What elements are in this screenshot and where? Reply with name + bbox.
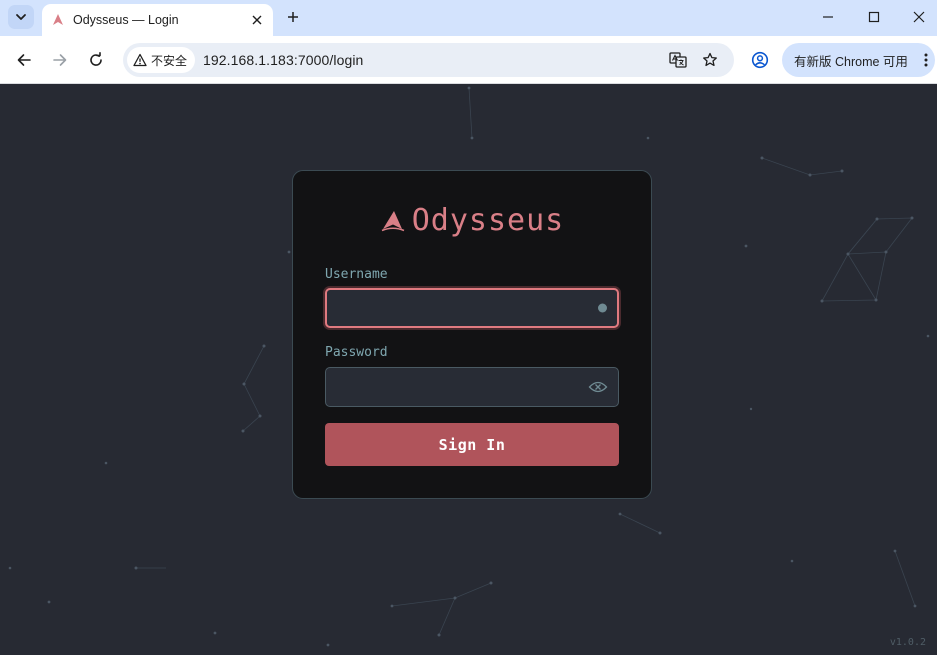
version-label: v1.0.2: [889, 637, 926, 648]
warning-icon: [133, 53, 147, 67]
minimize-button[interactable]: [805, 0, 851, 34]
reload-icon: [90, 52, 102, 66]
maximize-button[interactable]: [851, 0, 897, 34]
plus-icon: [288, 12, 298, 22]
translate-button[interactable]: [666, 48, 690, 72]
password-input[interactable]: [326, 368, 618, 406]
browser-toolbar: 不安全 192.168.1.183:7000/login 有新版 Chrome …: [0, 36, 937, 84]
brand-name: Odysseus: [411, 203, 565, 238]
chrome-update-button[interactable]: 有新版 Chrome 可用: [782, 43, 935, 77]
sail-logo-icon: [381, 210, 405, 231]
maximize-icon: [868, 11, 880, 23]
forward-button[interactable]: [46, 46, 74, 74]
login-card: Odysseus Username Password Sign In: [292, 170, 652, 499]
username-input[interactable]: [327, 290, 617, 326]
profile-icon: [751, 51, 769, 69]
username-field-wrapper: [325, 288, 619, 328]
password-field-wrapper: [325, 367, 619, 407]
close-icon: [913, 11, 925, 23]
window-close-button[interactable]: [896, 0, 937, 34]
browser-tab-active[interactable]: Odysseus — Login: [42, 4, 273, 36]
sign-in-button[interactable]: Sign In: [325, 423, 619, 466]
url-text[interactable]: 192.168.1.183:7000/login: [203, 52, 363, 68]
address-bar[interactable]: 不安全 192.168.1.183:7000/login: [123, 43, 734, 77]
star-icon: [703, 52, 717, 67]
browser-tab-strip: Odysseus — Login: [0, 0, 937, 36]
username-label: Username: [325, 267, 388, 282]
tab-title: Odysseus — Login: [73, 13, 179, 27]
new-tab-button[interactable]: [281, 5, 305, 29]
back-button[interactable]: [10, 46, 38, 74]
login-page: Odysseus Username Password Sign In v1.0.…: [0, 84, 937, 655]
arrow-left-icon: [17, 54, 31, 66]
brand: Odysseus: [293, 203, 651, 238]
update-label: 有新版 Chrome 可用: [794, 54, 908, 69]
chevron-down-icon: [16, 14, 26, 20]
reload-button[interactable]: [82, 46, 110, 74]
password-label: Password: [325, 345, 388, 360]
minimize-icon: [823, 16, 833, 18]
odysseus-favicon-icon: [53, 14, 63, 25]
arrow-right-icon: [53, 54, 67, 66]
close-icon: [252, 15, 262, 25]
tab-search-button[interactable]: [8, 5, 34, 29]
toggle-visibility-icon[interactable]: [588, 380, 608, 394]
status-dot-icon: [598, 303, 607, 313]
security-indicator[interactable]: 不安全: [127, 47, 196, 73]
bookmark-button[interactable]: [698, 48, 722, 72]
profile-button[interactable]: [747, 47, 773, 73]
more-menu-icon[interactable]: [917, 53, 935, 67]
tab-close-button[interactable]: [245, 8, 269, 32]
security-label: 不安全: [151, 53, 188, 68]
translate-icon: [669, 52, 687, 68]
